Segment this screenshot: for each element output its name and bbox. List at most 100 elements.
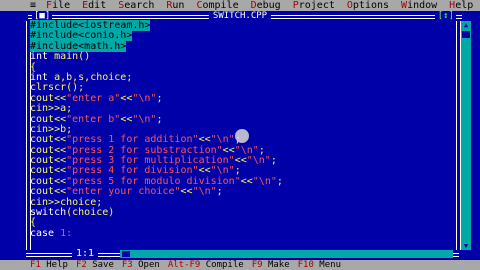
fkey-label: Compile — [200, 260, 244, 270]
code-line[interactable]: int main() — [30, 51, 456, 63]
code-token: cout<< — [30, 134, 67, 146]
code-token: switch — [30, 207, 67, 219]
code-token: ; — [276, 175, 283, 187]
code-token: "enter a" — [66, 92, 121, 104]
code-token: << — [180, 186, 193, 198]
menu-items: File Edit Search Run Compile Debug Project Opti… — [46, 0, 401, 11]
fkey-key: F1 — [30, 260, 41, 270]
fkey-menu[interactable]: F10 Menu — [298, 260, 341, 270]
code-token: (choice) — [66, 207, 115, 219]
code-token: "\n" — [234, 144, 259, 156]
code-line[interactable]: switch(choice) — [30, 207, 456, 219]
code-token: "\n" — [132, 113, 157, 125]
fkey-key: F9 — [251, 260, 263, 270]
code-token: "enter b" — [66, 113, 121, 125]
code-token: int — [30, 51, 49, 63]
menu-edit[interactable]: Edit — [82, 0, 106, 11]
code-line[interactable]: case 1: — [30, 227, 456, 239]
code-token: cout<< — [30, 92, 67, 104]
horizontal-scrollbar[interactable] — [120, 250, 453, 258]
scroll-thumb[interactable] — [462, 31, 470, 38]
menu-run[interactable]: Run — [166, 0, 184, 11]
turbo-cpp-ide: ≡ File Edit Search Run Compile Debug Project Op… — [0, 0, 480, 270]
code-token: "\n" — [192, 186, 217, 198]
code-line[interactable]: #include<math.h> — [30, 40, 456, 52]
code-token: int — [30, 71, 49, 83]
menu-right-items: Window Help — [401, 0, 480, 11]
code-token: { — [30, 217, 37, 229]
code-token: "\n" — [252, 175, 277, 187]
code-token: ; — [216, 186, 223, 198]
code-token: << — [222, 144, 235, 156]
code-token: << — [198, 165, 211, 177]
fkey-help[interactable]: F1 Help — [30, 260, 68, 270]
code-token: << — [120, 113, 133, 125]
fkey-label: Make — [262, 260, 290, 270]
menu-search[interactable]: Search — [118, 0, 154, 11]
menu-bar: ≡ File Edit Search Run Compile Debug Project Op… — [0, 0, 480, 11]
code-token: cout<< — [30, 165, 67, 177]
code-token: "press 2 for substraction" — [66, 144, 223, 156]
fkey-key: F3 — [121, 260, 133, 270]
fkey-open[interactable]: F3 Open — [122, 260, 160, 270]
menu-file[interactable]: File — [46, 0, 70, 11]
menu-help[interactable]: Help — [449, 0, 473, 11]
code-token: #include<math.h> — [30, 40, 127, 52]
code-line[interactable]: cout<<"enter a"<<"\n"; — [30, 92, 456, 104]
code-token: #include<conio.h> — [30, 30, 133, 42]
menu-project[interactable]: Project — [293, 0, 335, 11]
fkey-save[interactable]: F2 Save — [76, 260, 114, 270]
code-token: << — [198, 134, 211, 146]
code-token: << — [234, 155, 247, 167]
function-key-bar: F1 Help F2 Save F3 Open Alt-F9 Compile F9 Ma… — [0, 260, 480, 270]
code-token: () — [78, 51, 91, 63]
code-token: "\n" — [210, 165, 235, 177]
zoom-box-icon[interactable]: [↕] — [435, 11, 456, 21]
code-token: cin>>choice; — [30, 196, 103, 208]
fkey-make[interactable]: F9 Make — [252, 260, 290, 270]
code-token: "press 5 for modulo division" — [66, 175, 241, 187]
code-line[interactable]: int a,b,s,choice; — [30, 71, 456, 83]
fkey-key: F10 — [297, 260, 314, 270]
fkey-label: Help — [40, 260, 68, 270]
code-token: "\n" — [246, 155, 271, 167]
code-token: cout<< — [30, 186, 67, 198]
fkey-label: Open — [132, 260, 160, 270]
code-token: case — [30, 227, 55, 239]
code-token: ; — [234, 165, 241, 177]
code-token: cout<< — [30, 113, 67, 125]
vertical-scrollbar[interactable]: ▲ ▼ — [461, 21, 471, 250]
fkey-label: Save — [86, 260, 114, 270]
code-token: #include<iostream.h> — [30, 20, 151, 31]
menu-debug[interactable]: Debug — [251, 0, 281, 11]
code-token: cin>>b; — [30, 123, 73, 135]
system-menu[interactable]: ≡ — [30, 0, 36, 11]
fkey-compile[interactable]: Alt-F9 Compile — [168, 260, 244, 270]
code-token: "press 1 for addition" — [66, 134, 199, 146]
code-token: cout<< — [30, 155, 67, 167]
scroll-down-icon[interactable]: ▼ — [461, 242, 471, 250]
code-token: "press 4 for division" — [66, 165, 199, 177]
code-token: ; — [258, 144, 265, 156]
code-token: 1: — [54, 227, 73, 239]
code-line[interactable]: { — [30, 218, 456, 228]
code-token: cout<< — [30, 144, 67, 156]
code-token: ; — [270, 155, 277, 167]
mouse-pointer-icon — [235, 129, 249, 143]
file-name: SWITCH.CPP — [208, 11, 272, 21]
scroll-up-icon[interactable]: ▲ — [461, 21, 471, 29]
code-token: "enter your choice" — [66, 186, 181, 198]
code-token: cout<< — [30, 175, 67, 187]
hscroll-thumb[interactable] — [122, 251, 130, 257]
code-token: main — [48, 51, 79, 63]
fkey-key: Alt-F9 — [167, 260, 201, 270]
menu-window[interactable]: Window — [401, 0, 437, 11]
code-token: { — [30, 61, 37, 73]
fkey-key: F2 — [75, 260, 87, 270]
code-line[interactable]: cout<<"enter b"<<"\n"; — [30, 113, 456, 125]
cursor-position: 1:1 — [72, 249, 99, 259]
menu-options[interactable]: Options — [347, 0, 389, 11]
fkey-label: Menu — [313, 260, 341, 270]
menu-compile[interactable]: Compile — [196, 0, 238, 11]
code-token: << — [120, 92, 133, 104]
